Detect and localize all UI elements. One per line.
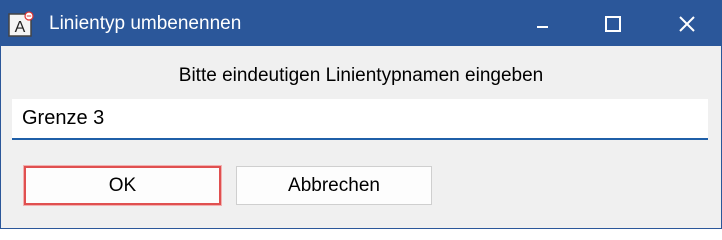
linetype-name-input[interactable]	[12, 99, 708, 138]
maximize-icon	[605, 15, 621, 32]
ok-button[interactable]: OK	[24, 166, 221, 205]
close-icon	[679, 15, 695, 32]
title-bar[interactable]: A Linientyp umbenennen	[1, 1, 721, 46]
app-icon: A	[8, 11, 34, 37]
minimize-button[interactable]	[509, 1, 577, 46]
prompt-label: Bitte eindeutigen Linientypnamen eingebe…	[178, 65, 544, 86]
rename-linetype-dialog: A Linientyp umbenennen Bitte eindeutigen…	[0, 0, 722, 229]
cancel-button[interactable]: Abbrechen	[236, 166, 432, 205]
app-icon-letter: A	[15, 19, 26, 36]
minimize-icon	[537, 25, 548, 28]
maximize-button[interactable]	[579, 1, 647, 46]
window-title: Linientyp umbenennen	[49, 13, 242, 34]
close-button[interactable]	[653, 1, 721, 46]
name-input-container[interactable]	[12, 99, 708, 140]
dialog-body: Bitte eindeutigen Linientypnamen eingebe…	[1, 46, 721, 228]
